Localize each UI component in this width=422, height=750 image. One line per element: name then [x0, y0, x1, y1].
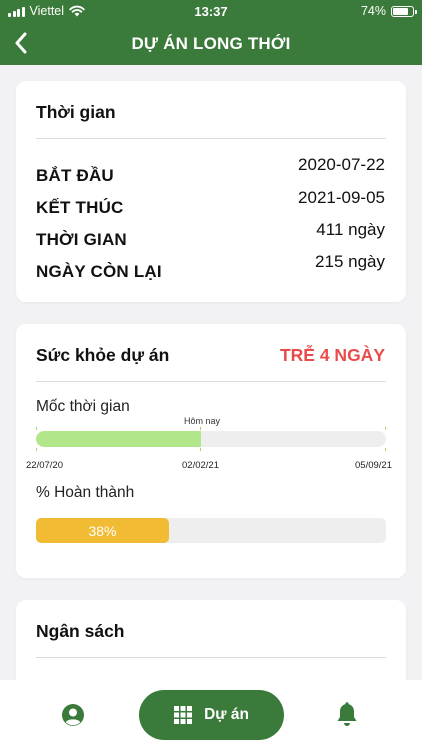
today-label: Hôm nay: [183, 416, 220, 426]
timeline-end-tick: [385, 427, 386, 430]
status-bar: Viettel 13:37 74%: [0, 0, 422, 22]
remaining-label: NGÀY CÒN LẠI: [36, 262, 162, 281]
timeline-today-tick-bottom: [200, 448, 201, 451]
duration-label: THỜI GIAN: [36, 230, 127, 249]
timeline-label: Mốc thời gian: [36, 398, 130, 415]
completion-value: 38%: [88, 522, 117, 539]
timeline-start-tick: [36, 427, 37, 430]
timeline-start-date: 22/07/20: [26, 460, 63, 471]
start-value: 2020-07-22: [298, 155, 385, 174]
completion-fill: 38%: [36, 518, 169, 543]
budget-card-divider: [36, 657, 386, 658]
timeline-today-date: 02/02/21: [182, 460, 219, 471]
health-card: Sức khỏe dự án TRỄ 4 NGÀY Mốc thời gian …: [16, 324, 406, 578]
budget-card-title: Ngân sách: [36, 621, 125, 641]
battery-icon: [391, 5, 417, 17]
health-card-title: Sức khỏe dự án: [36, 345, 170, 365]
late-status-badge: TRỄ 4 NGÀY: [279, 345, 385, 365]
status-right: 74%: [360, 4, 417, 18]
end-label: KẾT THÚC: [36, 198, 124, 217]
timeline-start-tick-bottom: [36, 448, 37, 451]
time-card-title: Thời gian: [36, 102, 116, 122]
page-title: DỰ ÁN LONG THỚI: [131, 34, 291, 53]
projects-tab-button[interactable]: Dự án: [139, 690, 284, 740]
timeline-end-date: 05/09/21: [355, 460, 392, 471]
app-header: Viettel 13:37 74% DỰ ÁN LONG THỚI: [0, 0, 422, 65]
timeline-elapsed-fill: [36, 431, 201, 447]
battery-percent: 74%: [360, 4, 386, 18]
status-time: 13:37: [194, 4, 228, 19]
profile-icon[interactable]: [61, 703, 85, 727]
grid-icon: [174, 706, 193, 724]
health-card-divider: [36, 381, 386, 382]
timeline-today-tick: [200, 427, 201, 430]
end-value: 2021-09-05: [298, 188, 385, 207]
bell-icon[interactable]: [335, 702, 359, 728]
completion-track: 38%: [36, 518, 386, 543]
time-card-divider: [36, 138, 386, 139]
duration-value: 411 ngày: [316, 220, 385, 239]
bottom-nav: Dự án: [0, 680, 422, 750]
completion-label: % Hoàn thành: [36, 484, 135, 501]
projects-tab-label: Dự án: [204, 706, 249, 723]
timeline-track: [36, 431, 386, 447]
timeline-end-tick-bottom: [385, 448, 386, 451]
time-card: Thời gian BẮT ĐẦU 2020-07-22 KẾT THÚC 20…: [16, 81, 406, 302]
start-label: BẮT ĐẦU: [36, 166, 114, 185]
remaining-value: 215 ngày: [315, 252, 385, 271]
nav-bar: DỰ ÁN LONG THỚI: [0, 22, 422, 65]
